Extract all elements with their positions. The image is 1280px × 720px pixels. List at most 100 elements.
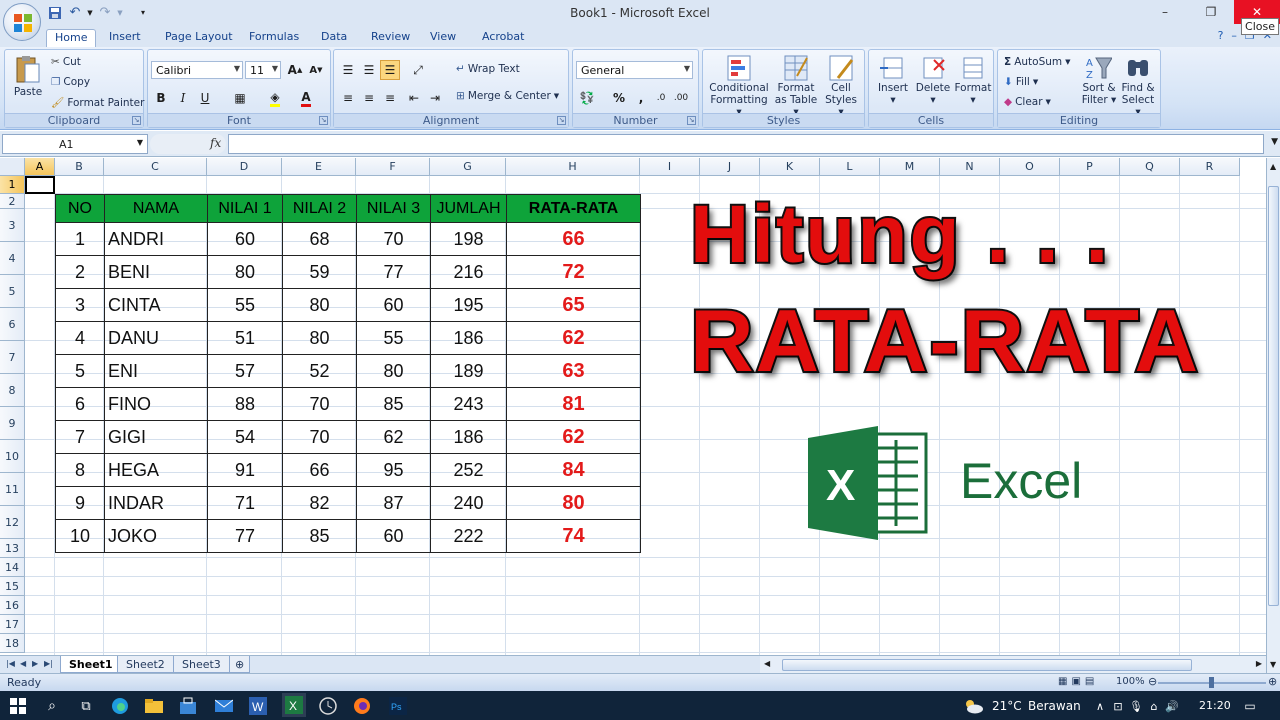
table-cell[interactable]: 60 <box>207 222 283 256</box>
delete-cells-button[interactable]: Delete ▾ <box>913 54 953 106</box>
average-cell[interactable]: 63 <box>506 354 641 388</box>
shrink-font-icon[interactable]: A ▼ <box>306 60 326 80</box>
tray-weather-condition[interactable]: Berawan <box>1028 699 1081 713</box>
autosum-button[interactable]: Σ AutoSum ▼ <box>1004 56 1071 68</box>
format-cells-button[interactable]: Format ▾ <box>953 54 993 106</box>
active-cell-a1[interactable] <box>25 176 55 194</box>
microphone-icon[interactable]: 🎙 <box>1126 696 1146 716</box>
table-cell[interactable]: 60 <box>356 519 431 553</box>
row-header-7[interactable]: 7 <box>0 341 25 374</box>
help-icon[interactable]: ? <box>1218 29 1224 42</box>
excel-taskbar-icon[interactable]: X <box>282 693 306 717</box>
column-header-h[interactable]: H <box>506 158 640 176</box>
row-header-11[interactable]: 11 <box>0 473 25 506</box>
tab-data[interactable]: Data <box>313 29 355 47</box>
column-header-j[interactable]: J <box>700 158 760 176</box>
table-cell[interactable]: 8 <box>55 453 105 487</box>
table-cell[interactable]: DANU <box>104 321 208 355</box>
column-header-c[interactable]: C <box>104 158 207 176</box>
row-header-17[interactable]: 17 <box>0 615 25 634</box>
merge-center-button[interactable]: ⊞ Merge & Center ▼ <box>456 90 559 102</box>
column-header-l[interactable]: L <box>820 158 880 176</box>
office-button[interactable] <box>3 3 41 41</box>
table-cell[interactable]: 87 <box>356 486 431 520</box>
table-cell[interactable]: 10 <box>55 519 105 553</box>
table-cell[interactable]: 4 <box>55 321 105 355</box>
format-painter-button[interactable]: 🖌 Format Painter <box>51 96 144 110</box>
tray-app-icon[interactable]: ⊡ <box>1108 696 1128 716</box>
row-header-14[interactable]: 14 <box>0 558 25 577</box>
column-header-r[interactable]: R <box>1180 158 1240 176</box>
minimize-button[interactable]: – <box>1142 0 1188 24</box>
table-cell[interactable]: 91 <box>207 453 283 487</box>
format-as-table-button[interactable]: Format as Table ▾ <box>771 54 821 118</box>
average-cell[interactable]: 74 <box>506 519 641 553</box>
currency-icon[interactable]: 💱 <box>577 88 597 108</box>
paste-button[interactable]: Paste <box>10 54 46 98</box>
increase-decimal-icon[interactable]: .0 <box>651 88 671 108</box>
average-cell[interactable]: 72 <box>506 255 641 289</box>
row-header-3[interactable]: 3 <box>0 209 25 242</box>
number-format-combo[interactable]: General ▼ <box>576 61 693 79</box>
row-header-9[interactable]: 9 <box>0 407 25 440</box>
column-header-d[interactable]: D <box>207 158 282 176</box>
borders-icon[interactable]: ▦ <box>230 88 250 108</box>
table-cell[interactable]: 60 <box>356 288 431 322</box>
file-explorer-icon[interactable] <box>144 696 164 716</box>
tab-formulas[interactable]: Formulas <box>241 29 307 47</box>
table-cell[interactable]: 80 <box>356 354 431 388</box>
align-center-icon[interactable]: ≡ <box>359 88 379 108</box>
comma-button[interactable]: , <box>631 88 651 108</box>
table-cell[interactable]: 80 <box>207 255 283 289</box>
underline-button[interactable]: U <box>195 88 215 108</box>
table-cell[interactable]: 77 <box>356 255 431 289</box>
table-cell[interactable]: 7 <box>55 420 105 454</box>
table-cell[interactable]: 59 <box>282 255 357 289</box>
tab-review[interactable]: Review <box>363 29 418 47</box>
cut-button[interactable]: ✂ Cut <box>51 56 81 68</box>
table-header-cell[interactable]: RATA-RATA <box>506 194 641 223</box>
align-left-icon[interactable]: ≡ <box>338 88 358 108</box>
italic-button[interactable]: I <box>173 88 193 108</box>
network-icon[interactable]: ⌂ <box>1144 696 1164 716</box>
clear-button[interactable]: ◆ Clear ▼ <box>1004 96 1051 108</box>
average-cell[interactable]: 62 <box>506 321 641 355</box>
next-sheet-icon[interactable]: ▶ <box>32 659 38 668</box>
table-cell[interactable]: 82 <box>282 486 357 520</box>
table-cell[interactable]: 54 <box>207 420 283 454</box>
firefox-icon[interactable] <box>352 696 372 716</box>
table-cell[interactable]: 195 <box>430 288 507 322</box>
table-cell[interactable]: 6 <box>55 387 105 421</box>
table-cell[interactable]: 252 <box>430 453 507 487</box>
select-all-corner[interactable] <box>0 158 25 176</box>
font-name-combo[interactable]: Calibri ▼ <box>151 61 243 79</box>
table-cell[interactable]: 80 <box>282 288 357 322</box>
wrap-text-button[interactable]: ↵ Wrap Text <box>456 63 520 75</box>
table-cell[interactable]: GIGI <box>104 420 208 454</box>
horizontal-scroll-thumb[interactable] <box>782 659 1192 671</box>
table-header-cell[interactable]: NAMA <box>104 194 208 223</box>
insert-function-icon[interactable]: fx <box>210 136 221 150</box>
decrease-indent-icon[interactable]: ⇤ <box>404 88 424 108</box>
store-icon[interactable] <box>178 696 198 716</box>
volume-icon[interactable]: 🔊 <box>1162 696 1182 716</box>
table-cell[interactable]: BENI <box>104 255 208 289</box>
sheet-tab-sheet1[interactable]: Sheet1 <box>60 656 122 673</box>
column-header-p[interactable]: P <box>1060 158 1120 176</box>
fill-color-icon[interactable]: ◈ <box>265 88 285 108</box>
sheet-tab-sheet3[interactable]: Sheet3 <box>173 656 230 673</box>
table-cell[interactable]: 198 <box>430 222 507 256</box>
column-header-e[interactable]: E <box>282 158 356 176</box>
insert-cells-button[interactable]: Insert ▾ <box>873 54 913 106</box>
table-cell[interactable]: CINTA <box>104 288 208 322</box>
table-cell[interactable]: 222 <box>430 519 507 553</box>
table-cell[interactable]: ENI <box>104 354 208 388</box>
column-header-a[interactable]: A <box>25 158 55 176</box>
row-header-12[interactable]: 12 <box>0 506 25 539</box>
grow-font-icon[interactable]: A ▲ <box>285 60 305 80</box>
normal-view-icon[interactable]: ▦ <box>1058 676 1067 687</box>
column-header-k[interactable]: K <box>760 158 820 176</box>
tray-clock[interactable]: 21:20 <box>1199 699 1231 712</box>
align-top-icon[interactable]: ☰ <box>338 60 358 80</box>
sheet-tab-sheet2[interactable]: Sheet2 <box>117 656 174 673</box>
